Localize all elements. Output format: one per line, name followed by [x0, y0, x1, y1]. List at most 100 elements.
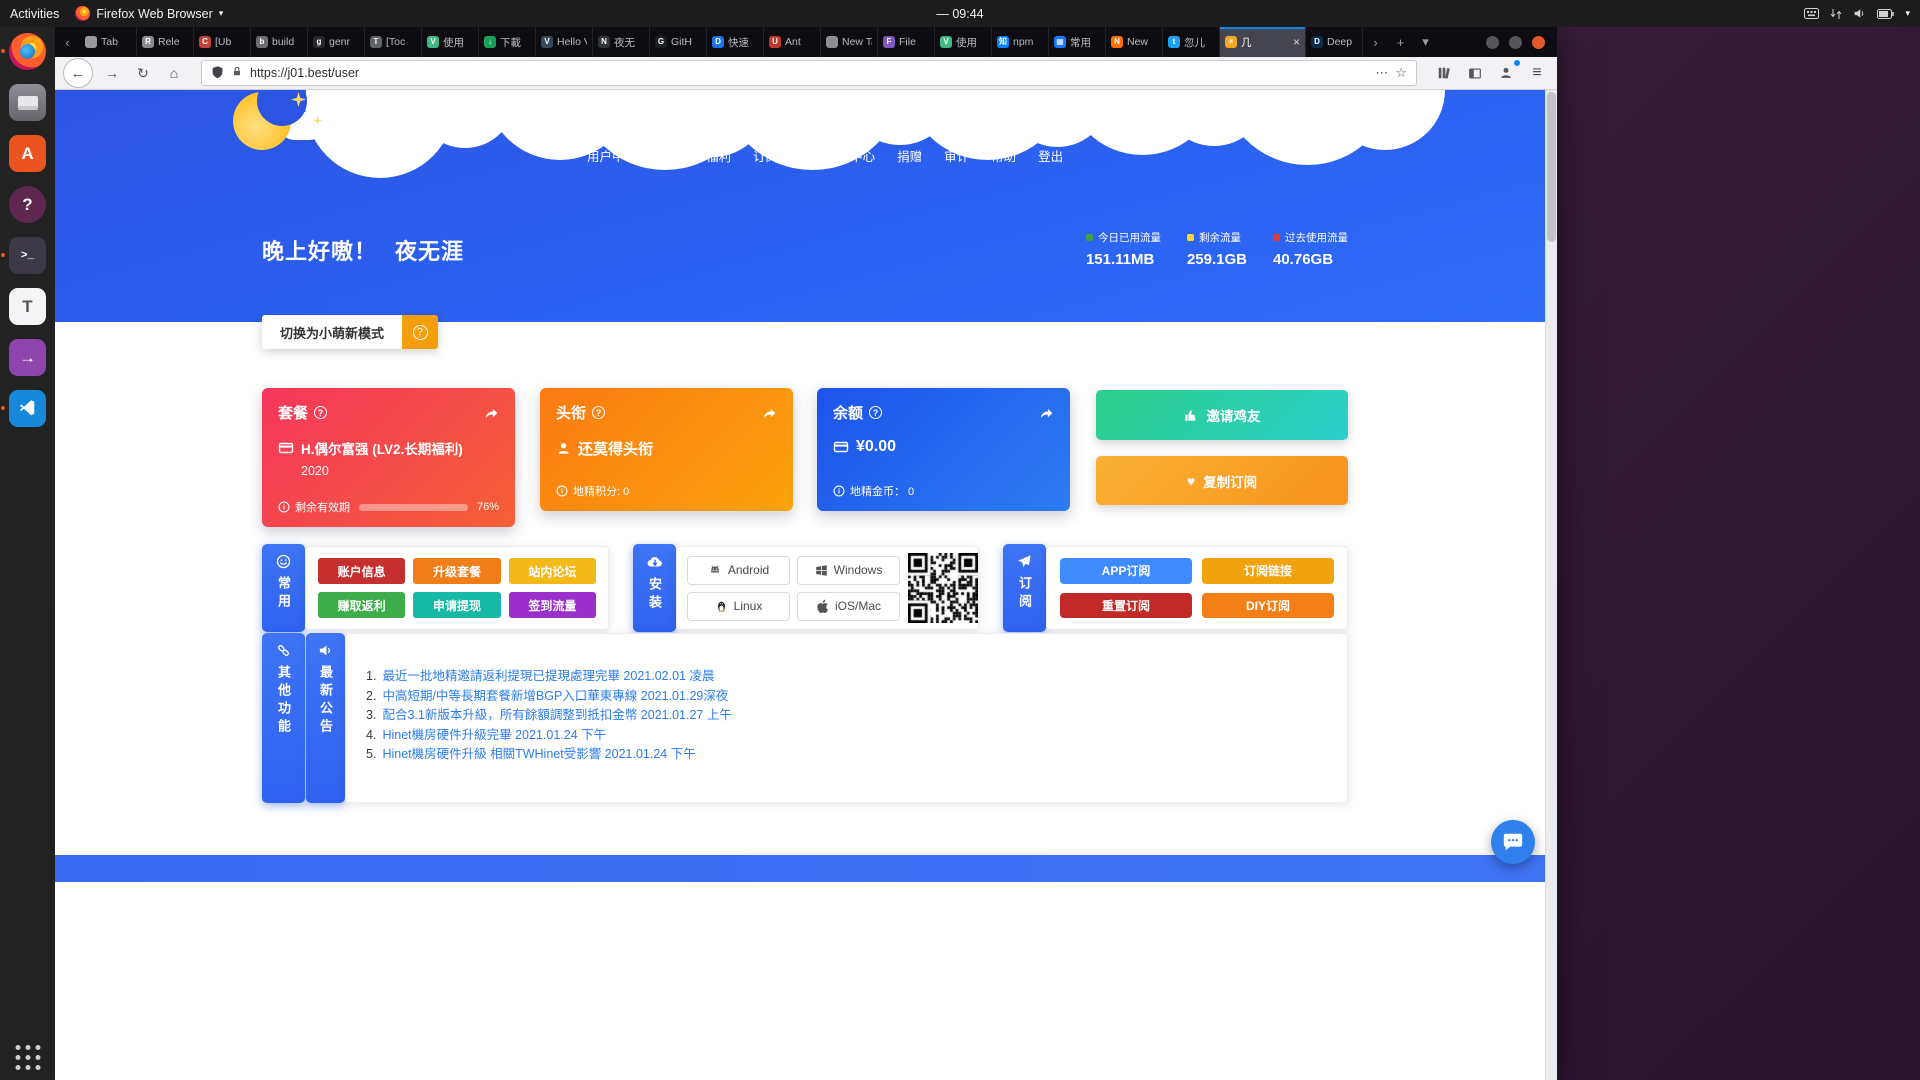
- invite-button[interactable]: 邀请鸡友: [1096, 390, 1348, 440]
- system-indicators[interactable]: ▾: [1804, 7, 1910, 20]
- mode-toggle-button[interactable]: 切换为小萌新模式: [262, 315, 402, 349]
- browser-tab[interactable]: 知npm: [992, 27, 1049, 57]
- tab-subscribe[interactable]: 订阅: [1003, 544, 1046, 632]
- forward-button[interactable]: →: [100, 61, 124, 85]
- nav-logout[interactable]: 登出: [1038, 146, 1063, 165]
- browser-tab[interactable]: DDeep: [1306, 27, 1363, 57]
- mode-help-button[interactable]: ?: [402, 315, 438, 349]
- dock-help-icon[interactable]: ?: [9, 186, 46, 223]
- browser-tab[interactable]: T[Toc: [365, 27, 422, 57]
- dock-text-editor-icon[interactable]: T: [9, 288, 46, 325]
- tab-scroll-right-icon[interactable]: ›: [1363, 27, 1388, 57]
- account-icon[interactable]: [1494, 61, 1518, 85]
- upgrade-plan-button[interactable]: 升级套餐: [413, 558, 500, 584]
- tab-other-functions[interactable]: 其他功能: [262, 633, 305, 803]
- browser-tab[interactable]: t忽儿: [1163, 27, 1220, 57]
- news-link[interactable]: 中高短期/中等長期套餐新增BGP入口華東專線 2021.01.29深夜: [382, 687, 728, 707]
- chat-widget-button[interactable]: [1491, 820, 1535, 864]
- help-icon[interactable]: ?: [869, 406, 882, 419]
- tab-common[interactable]: 常用: [262, 544, 305, 632]
- ios-mac-button[interactable]: iOS/Mac: [797, 592, 900, 621]
- diy-subscription-button[interactable]: DIY订阅: [1202, 593, 1334, 619]
- browser-tab[interactable]: NNew: [1106, 27, 1163, 57]
- dock-vscode-icon[interactable]: [9, 390, 46, 427]
- tab-latest-news[interactable]: 最新公告: [306, 633, 345, 803]
- dock-terminal-icon[interactable]: >_: [9, 237, 46, 274]
- news-link[interactable]: 最近一批地精邀請返利提現已提現處理完畢 2021.02.01 凌晨: [382, 667, 714, 687]
- scrollbar-thumb[interactable]: [1547, 92, 1556, 242]
- network-icon[interactable]: [1830, 8, 1842, 20]
- windows-button[interactable]: Windows: [797, 556, 900, 585]
- url-text[interactable]: https://j01.best/user: [250, 66, 359, 80]
- dock-ubuntu-software-icon[interactable]: A: [9, 135, 46, 172]
- browser-tab[interactable]: RRele: [137, 27, 194, 57]
- browser-tab[interactable]: D快速: [707, 27, 764, 57]
- new-tab-button[interactable]: +: [1388, 27, 1413, 57]
- withdraw-button[interactable]: 申请提现: [413, 592, 500, 618]
- reset-subscription-button[interactable]: 重置订阅: [1060, 593, 1192, 619]
- scrollbar-track[interactable]: [1545, 90, 1557, 1080]
- battery-icon[interactable]: [1877, 9, 1894, 19]
- nav-subscription-center[interactable]: 订阅中心: [753, 146, 803, 165]
- browser-tab[interactable]: V使用: [935, 27, 992, 57]
- nav-donate[interactable]: 捐赠: [897, 146, 922, 165]
- browser-tab[interactable]: VHello Vu: [536, 27, 593, 57]
- news-link[interactable]: 配合3.1新版本升級，所有餘額調整到抵扣金幣 2021.01.27 上午: [382, 706, 731, 726]
- browser-tab[interactable]: bbuild: [251, 27, 308, 57]
- minimize-button[interactable]: [1486, 36, 1499, 49]
- activities-button[interactable]: Activities: [10, 7, 59, 21]
- nav-audit[interactable]: 审计: [944, 146, 969, 165]
- share-icon[interactable]: [762, 404, 777, 421]
- news-link[interactable]: Hinet機房硬件升級完畢 2021.01.24 下午: [382, 726, 606, 746]
- forum-button[interactable]: 站内论坛: [509, 558, 596, 584]
- help-icon[interactable]: ?: [592, 406, 605, 419]
- browser-tab-active[interactable]: ✳几×: [1220, 27, 1306, 57]
- show-applications-icon[interactable]: [15, 1045, 40, 1070]
- share-icon[interactable]: [484, 404, 499, 421]
- tab-close-icon[interactable]: ×: [1293, 35, 1300, 49]
- tab-list-icon[interactable]: ▾: [1413, 27, 1438, 57]
- earn-rebate-button[interactable]: 赚取返利: [318, 592, 405, 618]
- address-bar[interactable]: https://j01.best/user ⋯ ☆: [201, 60, 1417, 86]
- active-app-menu[interactable]: Firefox Web Browser ▾: [75, 6, 223, 21]
- subscribe-link-button[interactable]: 订阅链接: [1202, 558, 1334, 584]
- checkin-button[interactable]: 签到流量: [509, 592, 596, 618]
- browser-tab[interactable]: N夜无: [593, 27, 650, 57]
- bookmark-star-icon[interactable]: ☆: [1395, 65, 1407, 81]
- help-icon[interactable]: ?: [314, 406, 327, 419]
- android-button[interactable]: Android: [687, 556, 790, 585]
- news-link[interactable]: Hinet機房硬件升級 相關TWHinet受影響 2021.01.24 下午: [382, 745, 695, 765]
- maximize-button[interactable]: [1509, 36, 1522, 49]
- share-icon[interactable]: [1039, 404, 1054, 421]
- nav-activity-center[interactable]: 活动中心: [825, 146, 875, 165]
- app-subscribe-button[interactable]: APP订阅: [1060, 558, 1192, 584]
- linux-button[interactable]: Linux: [687, 592, 790, 621]
- page-actions-icon[interactable]: ⋯: [1375, 65, 1388, 81]
- home-button[interactable]: ⌂: [162, 61, 186, 85]
- dock-firefox-icon[interactable]: [9, 33, 46, 70]
- shield-icon[interactable]: [211, 65, 224, 82]
- keyboard-layout-icon[interactable]: [1804, 8, 1819, 19]
- account-info-button[interactable]: 账户信息: [318, 558, 405, 584]
- sidebar-icon[interactable]: [1463, 61, 1487, 85]
- nav-usage[interactable]: 使用: [659, 146, 684, 165]
- dock-deploy-arrow-icon[interactable]: →: [9, 339, 46, 376]
- browser-tab[interactable]: V使用: [422, 27, 479, 57]
- browser-tab[interactable]: UAnt: [764, 27, 821, 57]
- browser-tab[interactable]: GGitH: [650, 27, 707, 57]
- lock-icon[interactable]: [231, 65, 243, 81]
- library-icon[interactable]: [1432, 61, 1456, 85]
- back-button[interactable]: ←: [63, 58, 93, 88]
- browser-tab[interactable]: ▦常用: [1049, 27, 1106, 57]
- menu-icon[interactable]: ≡: [1525, 61, 1549, 85]
- close-button[interactable]: [1532, 36, 1545, 49]
- browser-tab[interactable]: Tab: [80, 27, 137, 57]
- browser-tab[interactable]: C[Ub: [194, 27, 251, 57]
- clock-menu[interactable]: — 09:44: [936, 7, 983, 21]
- browser-tab[interactable]: ggenr: [308, 27, 365, 57]
- browser-tab[interactable]: FFile: [878, 27, 935, 57]
- reload-button[interactable]: ↻: [131, 61, 155, 85]
- copy-subscription-button[interactable]: ♥ 复制订阅: [1096, 456, 1348, 505]
- volume-icon[interactable]: [1853, 7, 1866, 20]
- nav-user-center[interactable]: 用户中心: [587, 146, 637, 165]
